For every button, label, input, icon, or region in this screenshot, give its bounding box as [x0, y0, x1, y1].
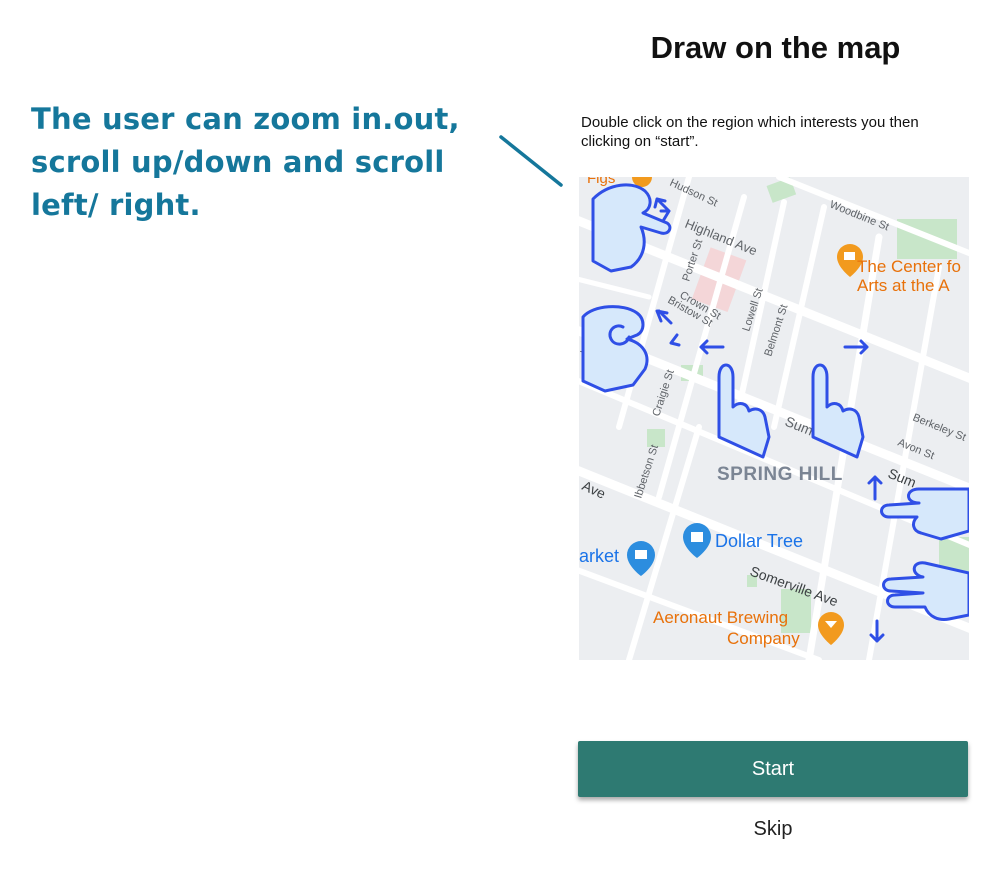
market-label: arket [579, 546, 619, 566]
neighborhood-label: SPRING HILL [717, 464, 843, 485]
skip-link[interactable]: Skip [578, 818, 968, 841]
dollar-tree-label: Dollar Tree [715, 531, 803, 551]
brewing-label-1: Aeronaut Brewing [653, 608, 788, 627]
figs-label: Figs [587, 177, 615, 187]
annotation-text: The user can zoom in.out, scroll up/down… [31, 102, 460, 222]
page-title: Draw on the map [650, 30, 901, 65]
annotation-pointer-line [499, 135, 563, 187]
start-button[interactable]: Start [578, 741, 968, 797]
brewing-label-2: Company [727, 629, 800, 648]
instructions-text: Double click on the region which interes… [581, 114, 919, 150]
arts-center-label-2: Arts at the A [857, 276, 950, 295]
arts-center-label-1: The Center fo [857, 257, 961, 276]
map-view[interactable]: Highland Ave Woodbine St Hudson St Porte… [579, 177, 969, 660]
